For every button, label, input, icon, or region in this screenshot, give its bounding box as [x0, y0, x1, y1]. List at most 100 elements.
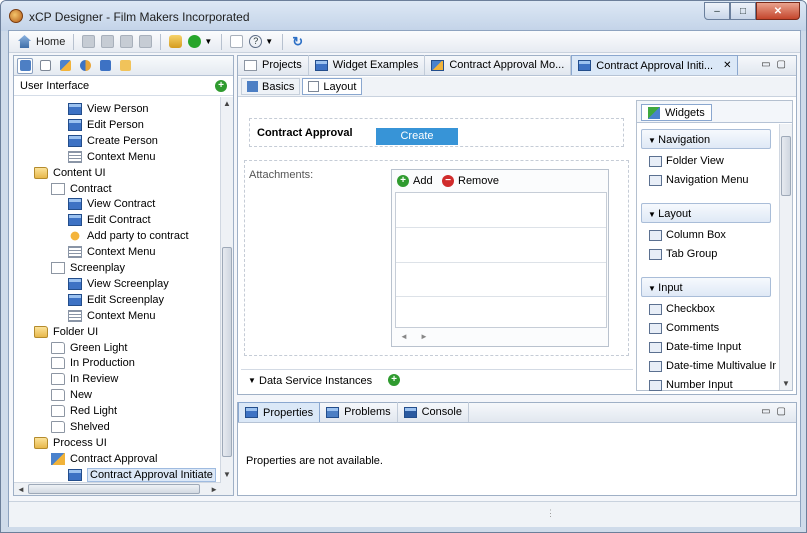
widgets-tab[interactable]: Widgets	[641, 104, 712, 121]
tree-item[interactable]: Context Menu	[68, 149, 155, 165]
tab-basics[interactable]: Basics	[241, 78, 301, 95]
widget-item[interactable]: Navigation Menu	[649, 172, 776, 188]
widget-item[interactable]: Checkbox	[649, 301, 776, 317]
save-icon[interactable]	[82, 35, 96, 48]
page-previous-icon[interactable]: ◄	[400, 332, 408, 341]
widgets-scrollbar[interactable]: ▼	[779, 124, 792, 390]
tree-vertical-scrollbar[interactable]: ▲ ▼	[220, 97, 233, 495]
widget-item[interactable]: Tab Group	[649, 246, 776, 262]
close-tab-icon[interactable]: ✕	[723, 60, 731, 71]
tab-editor[interactable]: Widget Examples	[309, 55, 426, 75]
data-service-section[interactable]: ▼ Data Service Instances +	[241, 369, 633, 392]
tab-editor[interactable]: Projects	[238, 55, 309, 75]
run-icon[interactable]	[188, 35, 202, 48]
remove-icon[interactable]: −	[442, 175, 454, 187]
ui-view-tab[interactable]	[17, 57, 33, 74]
attachments-list[interactable]	[395, 192, 607, 328]
scroll-right-icon[interactable]: ►	[210, 485, 218, 494]
scroll-thumb[interactable]	[28, 484, 200, 494]
tree-item[interactable]: Edit Contract	[68, 212, 151, 228]
tree-item[interactable]: Folder UI	[34, 324, 98, 340]
help-icon[interactable]: ?	[249, 35, 263, 48]
scroll-thumb[interactable]	[222, 247, 232, 457]
tab-console[interactable]: Console	[398, 402, 469, 422]
tree-item[interactable]: Green Light	[51, 340, 127, 356]
run-dropdown-icon[interactable]: ▼	[204, 37, 212, 46]
tree-item[interactable]: Contract	[51, 181, 112, 197]
undo-icon[interactable]	[120, 35, 134, 48]
tree-item[interactable]: Shelved	[51, 419, 110, 435]
tab-editor[interactable]: Contract Approval Mo...	[425, 55, 572, 75]
tab-layout[interactable]: Layout	[302, 78, 363, 95]
tree-item[interactable]: New	[51, 387, 92, 403]
tree-item[interactable]: Create Person	[68, 133, 158, 149]
scroll-up-icon[interactable]: ▲	[223, 99, 231, 108]
save-all-icon[interactable]	[101, 35, 115, 48]
tab-properties[interactable]: Properties	[238, 402, 321, 422]
maximize-button[interactable]: □	[730, 2, 756, 20]
grid-line	[396, 262, 606, 263]
tree-item[interactable]: View Contract	[68, 196, 155, 212]
scroll-down-icon[interactable]: ▼	[223, 470, 231, 479]
tree-item[interactable]: Screenplay	[51, 260, 125, 276]
home-icon	[18, 35, 31, 48]
add-attachment-button[interactable]: Add	[413, 175, 433, 187]
collapse-icon[interactable]: ▼	[248, 376, 256, 385]
tree-item[interactable]: View Person	[68, 101, 149, 117]
widget-item[interactable]: Column Box	[649, 227, 776, 243]
add-icon[interactable]: +	[397, 175, 409, 187]
tree-item[interactable]: Add party to contract	[68, 228, 189, 244]
tree-item[interactable]: In Production	[51, 355, 135, 371]
tree-item[interactable]: Process UI	[34, 435, 107, 451]
tree-item[interactable]: In Review	[51, 371, 118, 387]
tree-item[interactable]: Red Light	[51, 403, 117, 419]
widget-item[interactable]: Date-time Input	[649, 339, 776, 355]
tree-horizontal-scrollbar[interactable]: ◄ ►	[14, 482, 221, 495]
tree-item[interactable]: Contract Approval	[51, 451, 157, 467]
page-view-tab[interactable]	[37, 58, 53, 74]
view-controls-icon[interactable]: ▭▢	[761, 406, 792, 417]
refresh-icon[interactable]: ↻	[291, 35, 304, 48]
widget-item[interactable]: Folder View	[649, 153, 776, 169]
widget-section[interactable]: ▼ Input	[641, 277, 771, 297]
tree-item[interactable]: Edit Person	[68, 117, 144, 133]
form-header-row[interactable]: Contract Approval Create	[249, 118, 624, 147]
tab-problems[interactable]: Problems	[320, 402, 398, 422]
widget-item[interactable]: Number Input	[649, 377, 776, 393]
view-controls-icon[interactable]: ▭▢	[761, 59, 792, 70]
tree-item[interactable]: Content UI	[34, 165, 106, 181]
minimize-button[interactable]: –	[704, 2, 730, 20]
scroll-left-icon[interactable]: ◄	[17, 485, 25, 494]
people-view-tab[interactable]	[77, 58, 93, 74]
tree-item[interactable]: Context Menu	[68, 308, 155, 324]
scroll-down-icon[interactable]: ▼	[782, 379, 790, 388]
scroll-thumb[interactable]	[781, 136, 791, 196]
screen-view-tab[interactable]	[97, 58, 113, 74]
title-bar[interactable]: xCP Designer - Film Makers Incorporated …	[1, 1, 806, 31]
widget-item[interactable]: Comments	[649, 320, 776, 336]
tree-item[interactable]: Context Menu	[68, 244, 155, 260]
widget-section[interactable]: ▼ Layout	[641, 203, 771, 223]
redo-icon[interactable]	[139, 35, 153, 48]
create-button[interactable]: Create	[376, 128, 458, 145]
attachments-grid[interactable]: + Add − Remove ◄ ►	[391, 169, 609, 347]
tree-item[interactable]: View Screenplay	[68, 276, 169, 292]
add-icon[interactable]: +	[215, 80, 227, 92]
tree-item[interactable]: Edit Screenplay	[68, 292, 164, 308]
widget-item[interactable]: Date-time Multivalue Input	[649, 358, 776, 374]
layout-icon[interactable]	[230, 35, 244, 48]
database-icon[interactable]	[169, 35, 183, 48]
add-data-service-icon[interactable]: +	[388, 374, 400, 386]
page-next-icon[interactable]: ►	[420, 332, 428, 341]
attachments-row[interactable]: Attachments: + Add − Remove ◄ ►	[244, 160, 629, 356]
help-dropdown-icon[interactable]: ▼	[265, 37, 273, 46]
close-button[interactable]: ✕	[756, 2, 800, 20]
folder-view-tab[interactable]	[117, 58, 133, 74]
tree-item[interactable]: Contract Approval Initiate	[68, 467, 216, 483]
remove-attachment-button[interactable]: Remove	[458, 175, 499, 187]
tab-editor[interactable]: Contract Approval Initi... ✕	[571, 55, 739, 75]
model-view-tab[interactable]	[57, 58, 73, 74]
layout-canvas[interactable]: Contract Approval Create Attachments: + …	[241, 100, 633, 396]
home-button[interactable]: Home	[15, 33, 68, 51]
widget-section[interactable]: ▼ Navigation	[641, 129, 771, 149]
